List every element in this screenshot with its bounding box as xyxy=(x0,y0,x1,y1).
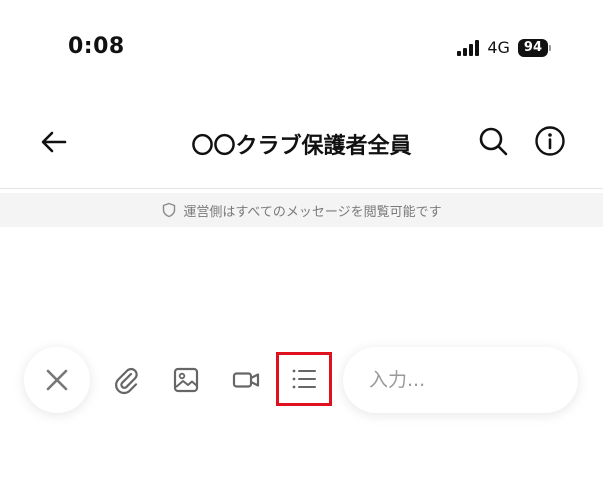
status-time: 0:08 xyxy=(68,34,125,59)
battery-level: 94 xyxy=(517,38,548,57)
list-icon xyxy=(292,369,316,389)
status-indicators: 4G 94 xyxy=(457,38,551,57)
video-button[interactable] xyxy=(226,360,266,400)
info-icon xyxy=(535,126,565,156)
close-icon xyxy=(46,369,68,391)
attach-file-button[interactable] xyxy=(106,360,146,400)
shield-icon xyxy=(163,202,176,218)
close-button[interactable] xyxy=(24,347,90,413)
header-divider xyxy=(0,188,603,189)
info-button[interactable] xyxy=(533,124,567,158)
list-button[interactable] xyxy=(276,352,332,406)
message-input[interactable] xyxy=(367,368,561,392)
notice-text: 運営側はすべてのメッセージを閲覧可能です xyxy=(183,204,442,220)
chat-screen: 0:08 4G 94 〇〇クラブ保護者全員 運営側はすべてのメッセージを閲覧可能… xyxy=(0,0,603,481)
moderation-notice: 運営側はすべてのメッセージを閲覧可能です xyxy=(0,193,603,227)
battery-icon: 94 xyxy=(517,38,551,57)
chat-header: 〇〇クラブ保護者全員 xyxy=(0,112,603,172)
image-button[interactable] xyxy=(166,360,206,400)
search-icon xyxy=(479,127,508,156)
paperclip-icon xyxy=(115,367,138,395)
page-title: 〇〇クラブ保護者全員 xyxy=(191,134,412,159)
signal-icon xyxy=(457,39,480,56)
video-camera-icon xyxy=(232,372,260,388)
message-input-container[interactable] xyxy=(343,347,578,413)
network-type: 4G xyxy=(487,38,510,57)
image-icon xyxy=(173,367,199,393)
search-button[interactable] xyxy=(476,124,510,158)
